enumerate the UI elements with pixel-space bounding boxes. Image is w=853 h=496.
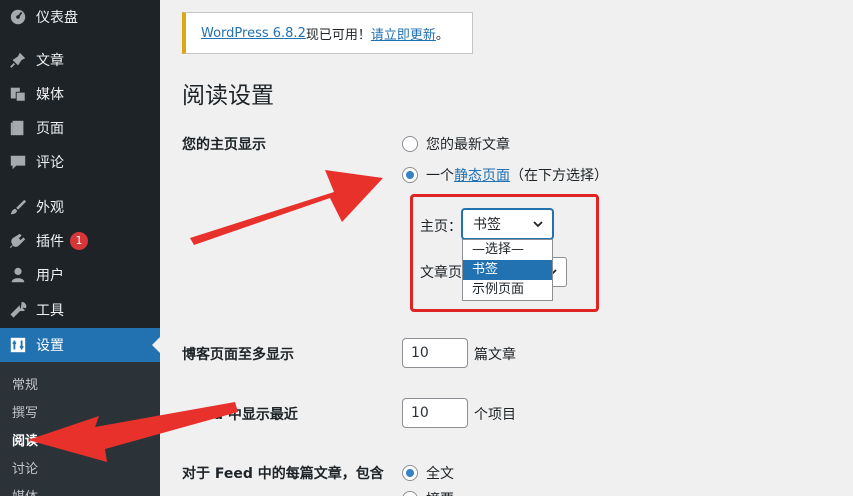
comment-icon (8, 152, 28, 172)
menu-item-comments[interactable]: 评论 (0, 145, 160, 179)
submenu-item-discussion[interactable]: 讨论 (12, 458, 38, 477)
notice-text: 现已可用！ (305, 27, 371, 43)
menu-item-appearance[interactable]: 外观 (0, 190, 160, 224)
wordpress-version-link[interactable]: WordPress 6.8.2 (201, 26, 306, 41)
plugin-icon (8, 231, 28, 251)
brush-icon (8, 197, 28, 217)
submenu-item-media[interactable]: 媒体 (12, 486, 38, 496)
radio-static-suffix: （在下方选择） (510, 168, 608, 184)
menu-item-plugins[interactable]: 插件 1 (0, 224, 160, 258)
submenu-item-general[interactable]: 常规 (12, 374, 38, 393)
pin-icon (8, 50, 28, 70)
admin-sidebar: 仪表盘 文章 媒体 页面 评论 外观 插件 1 用户 工具 设置 常规 撰写 阅… (0, 0, 160, 496)
wrench-icon (8, 300, 28, 320)
radio-latest-posts[interactable] (402, 136, 418, 152)
update-notice: WordPress 6.8.2 现已可用！ 请立即更新 。 (182, 12, 473, 54)
radio-latest-posts-label: 您的最新文章 (426, 137, 510, 153)
annotation-highlight-box (410, 194, 599, 312)
menu-label-plugins: 插件 (36, 234, 64, 250)
page-icon (8, 118, 28, 138)
feed-content-label: 对于 Feed 中的每篇文章，包含 (182, 466, 384, 482)
posts-per-page-unit: 篇文章 (474, 347, 516, 363)
radio-excerpt-row[interactable]: 摘要 (402, 489, 454, 496)
radio-static-page[interactable] (402, 167, 418, 183)
radio-full-text-label: 全文 (426, 466, 454, 482)
menu-item-tools[interactable]: 工具 (0, 293, 160, 327)
menu-item-dashboard[interactable]: 仪表盘 (0, 0, 160, 34)
settings-icon (8, 335, 28, 355)
menu-item-media[interactable]: 媒体 (0, 77, 160, 111)
radio-latest-posts-row[interactable]: 您的最新文章 (402, 134, 510, 154)
page-title: 阅读设置 (182, 83, 274, 109)
homepage-display-label: 您的主页显示 (182, 137, 266, 153)
radio-excerpt[interactable] (402, 491, 418, 496)
radio-excerpt-label: 摘要 (426, 489, 454, 496)
menu-label-dashboard: 仪表盘 (36, 10, 78, 26)
update-now-link[interactable]: 请立即更新 (371, 24, 436, 43)
menu-label-comments: 评论 (36, 155, 64, 171)
static-page-link[interactable]: 静态页面 (454, 165, 510, 185)
feed-items-unit: 个项目 (474, 407, 516, 423)
blog-pages-label: 博客页面至多显示 (182, 347, 294, 363)
submenu-item-writing[interactable]: 撰写 (12, 402, 38, 421)
submenu-item-reading[interactable]: 阅读 (12, 430, 38, 449)
settings-submenu: 常规 撰写 阅读 讨论 媒体 (0, 362, 160, 496)
menu-item-posts[interactable]: 文章 (0, 43, 160, 77)
menu-label-pages: 页面 (36, 121, 64, 137)
dashboard-icon (8, 7, 28, 27)
menu-label-posts: 文章 (36, 53, 64, 69)
radio-static-prefix: 一个 (426, 168, 454, 184)
posts-per-page-input[interactable]: 10 (402, 338, 468, 368)
radio-full-text-row[interactable]: 全文 (402, 463, 454, 483)
media-icon (8, 84, 28, 104)
menu-label-users: 用户 (36, 268, 64, 284)
menu-label-tools: 工具 (36, 303, 64, 319)
menu-item-pages[interactable]: 页面 (0, 111, 160, 145)
menu-label-media: 媒体 (36, 87, 64, 103)
feed-items-input[interactable]: 10 (402, 398, 468, 428)
update-count-badge: 1 (70, 232, 88, 250)
menu-item-settings[interactable]: 设置 (0, 328, 160, 362)
radio-full-text[interactable] (402, 465, 418, 481)
arrow-to-homepage-setting (190, 170, 383, 245)
feed-items-label: eed 中显示最近 (194, 407, 298, 423)
notice-tail: 。 (435, 27, 449, 43)
radio-static-page-row[interactable]: 一个 静态页面 （在下方选择） (402, 165, 608, 185)
user-icon (8, 265, 28, 285)
menu-item-users[interactable]: 用户 (0, 258, 160, 292)
menu-label-appearance: 外观 (36, 200, 64, 216)
menu-label-settings: 设置 (36, 338, 64, 354)
